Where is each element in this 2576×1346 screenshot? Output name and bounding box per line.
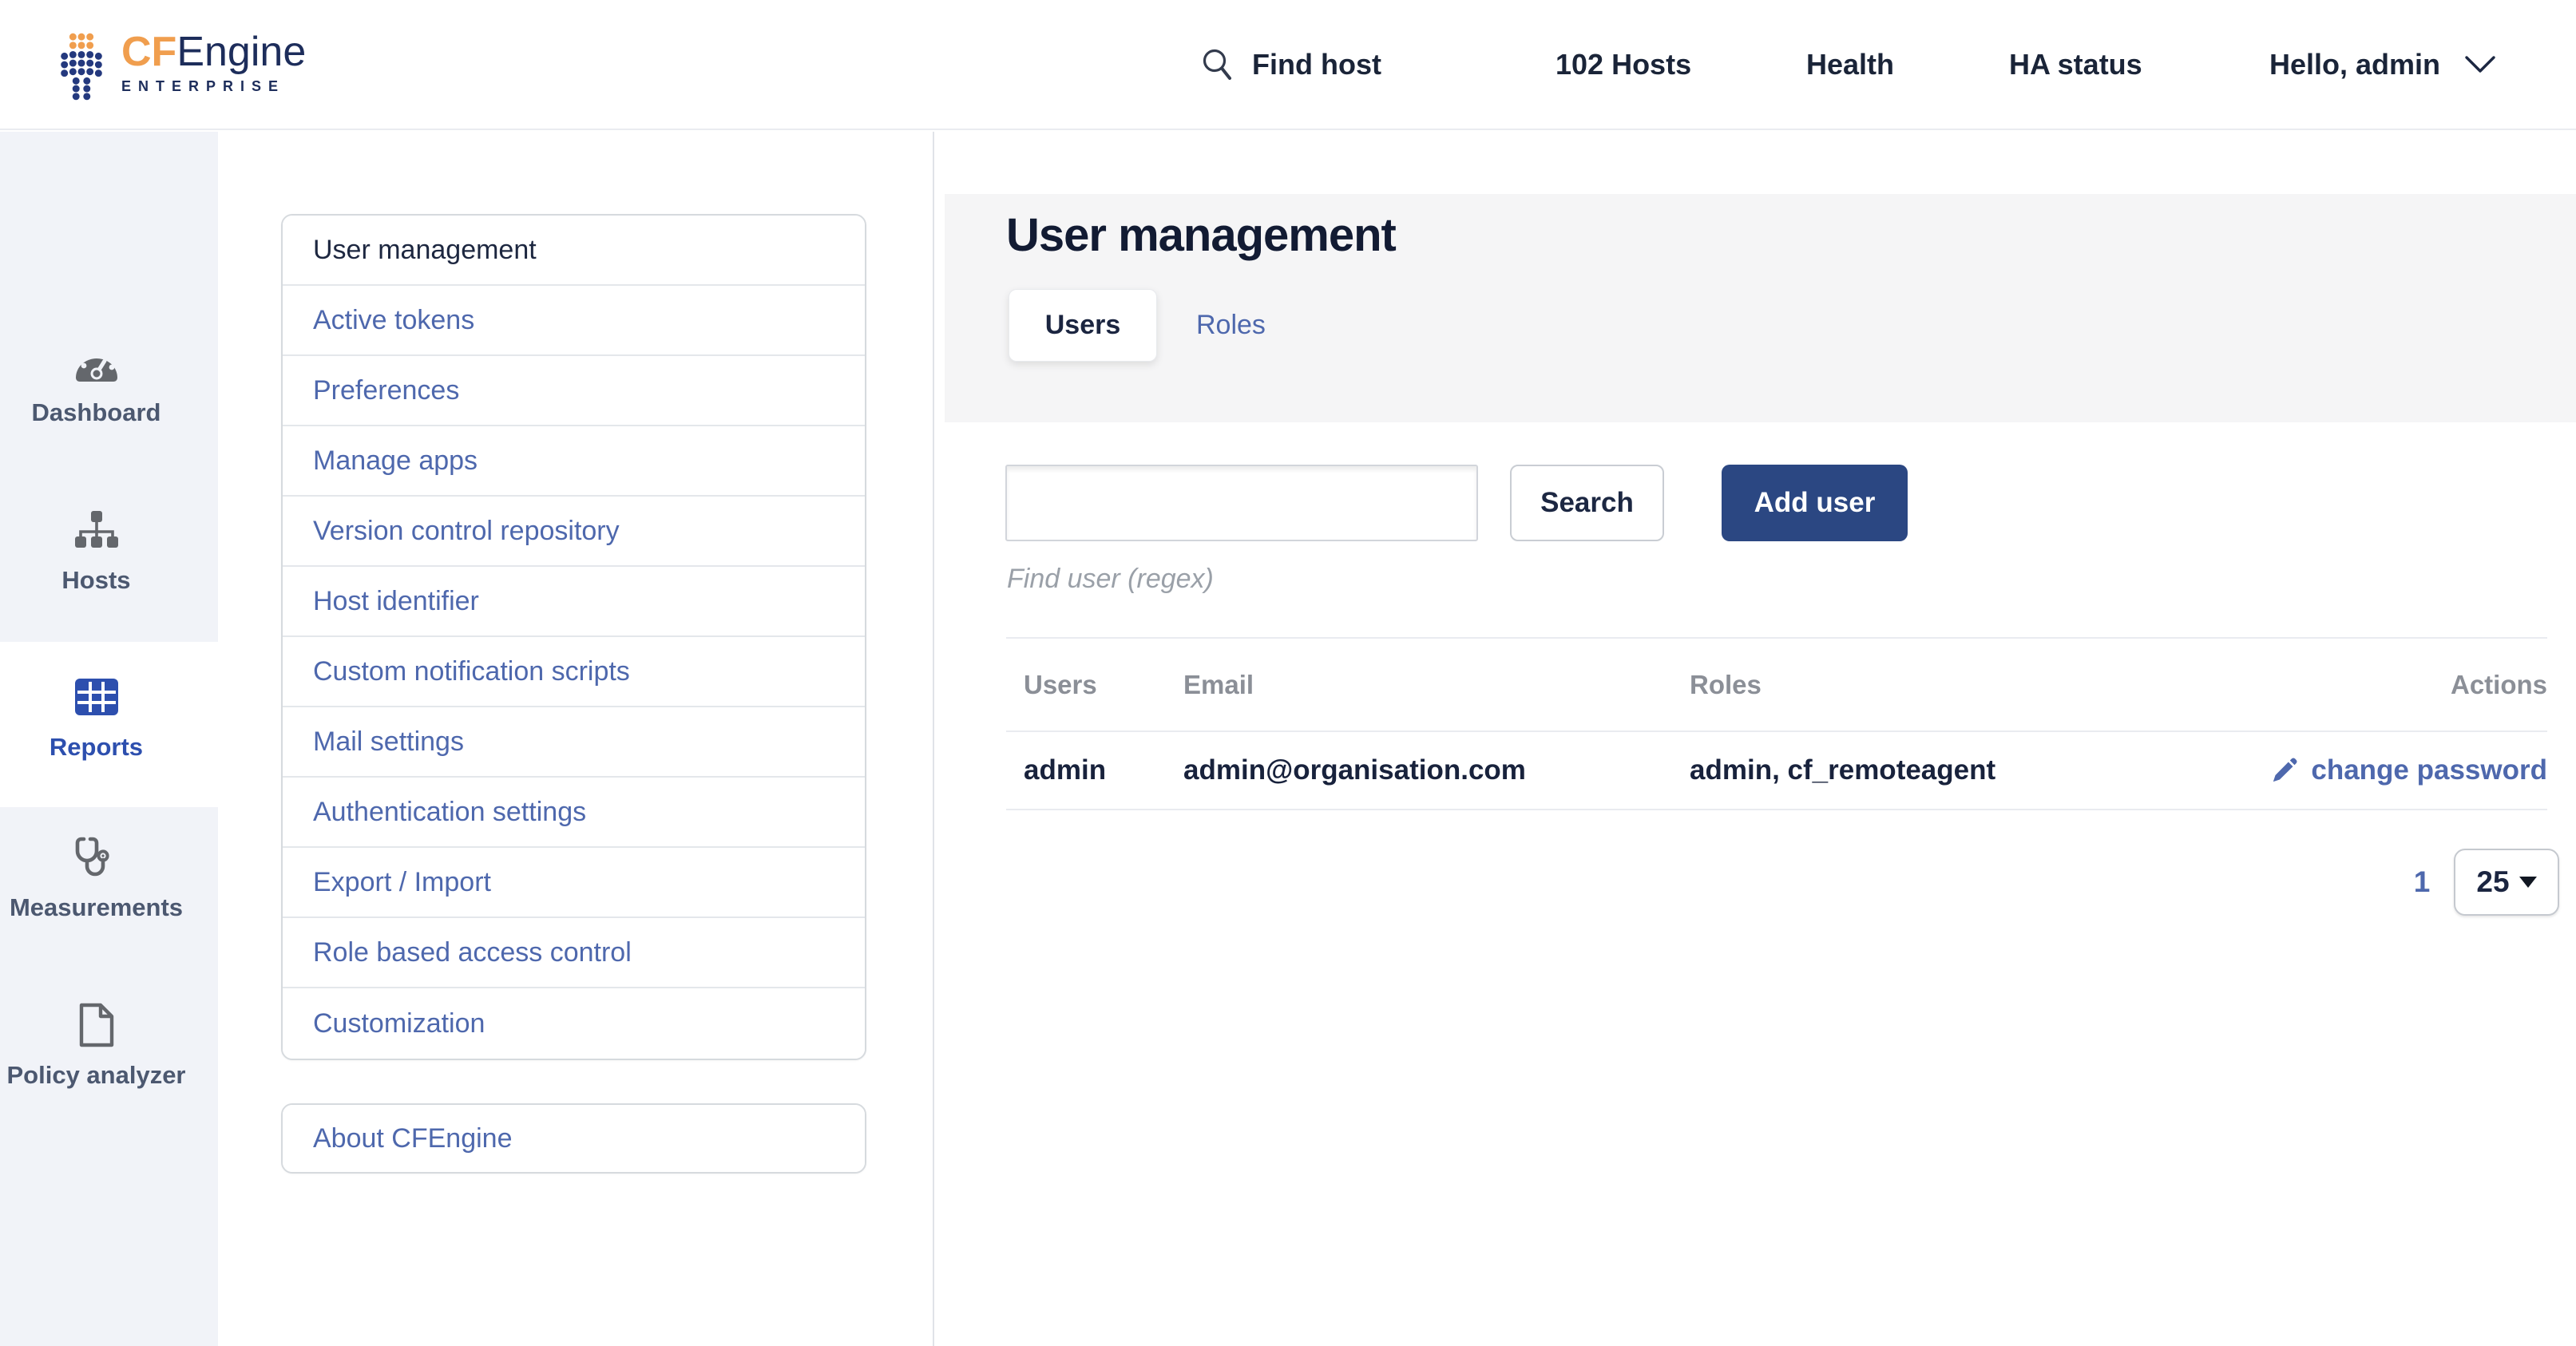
ha-status-label: HA status: [2009, 48, 2142, 81]
cfengine-app: CFEngine ENTERPRISE Find host 102 Hosts …: [0, 0, 2576, 1346]
menu-item-manage-apps[interactable]: Manage apps: [283, 426, 865, 497]
hosts-count-link[interactable]: 102 Hosts: [1556, 48, 1691, 81]
user-menu-button[interactable]: Hello, admin: [2269, 48, 2498, 81]
find-user-hint: Find user (regex): [1007, 564, 1214, 595]
sidebar-label-dashboard: Dashboard: [0, 398, 192, 427]
sidebar: Dashboard Hosts: [0, 132, 218, 1346]
pagination-page-1[interactable]: 1: [2402, 849, 2442, 916]
add-user-button[interactable]: Add user: [1722, 465, 1908, 541]
change-password-link[interactable]: change password: [2271, 754, 2547, 786]
logo-engine: Engine: [176, 29, 306, 75]
cfengine-logo[interactable]: CFEngine ENTERPRISE: [56, 30, 306, 101]
menu-item-customization[interactable]: Customization: [283, 988, 865, 1059]
users-table: Users Email Roles Actions admin admin@or…: [1006, 637, 2547, 810]
menu-item-export-import[interactable]: Export / Import: [283, 848, 865, 918]
cfengine-logo-text: CFEngine ENTERPRISE: [121, 30, 306, 95]
menu-item-preferences[interactable]: Preferences: [283, 356, 865, 426]
page-size-dropdown[interactable]: 25: [2454, 849, 2559, 916]
cfengine-robot-icon: [56, 30, 107, 101]
page-size-value: 25: [2476, 865, 2509, 899]
menu-item-user-management[interactable]: User management: [283, 216, 865, 286]
change-password-label: change password: [2311, 754, 2547, 786]
find-host-label: Find host: [1252, 48, 1381, 81]
find-user-input[interactable]: [1005, 465, 1478, 541]
about-card: About CFEngine: [281, 1103, 866, 1174]
menu-item-mail-settings[interactable]: Mail settings: [283, 707, 865, 778]
sidebar-item-policy-analyzer[interactable]: Policy analyzer: [0, 999, 218, 1090]
menu-item-active-tokens[interactable]: Active tokens: [283, 286, 865, 356]
top-header: CFEngine ENTERPRISE Find host 102 Hosts …: [0, 0, 2576, 130]
caret-down-icon: [2519, 877, 2537, 888]
sidebar-item-reports[interactable]: Reports: [0, 642, 218, 807]
column-header-roles: Roles: [1690, 670, 2451, 700]
health-label: Health: [1806, 48, 1894, 81]
content-divider: [933, 132, 934, 1346]
health-link[interactable]: Health: [1806, 48, 1894, 81]
sidebar-label-policy-analyzer: Policy analyzer: [0, 1061, 192, 1090]
menu-item-version-control-repository[interactable]: Version control repository: [283, 497, 865, 567]
sidebar-item-hosts[interactable]: Hosts: [0, 504, 218, 595]
ha-status-link[interactable]: HA status: [2009, 48, 2142, 81]
stethoscope-icon: [74, 835, 119, 880]
pencil-icon: [2271, 757, 2298, 784]
user-cell: admin: [1024, 754, 1183, 786]
email-cell: admin@organisation.com: [1183, 754, 1690, 786]
page-title: User management: [1006, 208, 1396, 262]
roles-cell: admin, cf_remoteagent: [1690, 754, 2271, 786]
hosts-count-label: 102 Hosts: [1556, 48, 1691, 81]
tab-roles[interactable]: Roles: [1196, 289, 1266, 362]
table-icon: [74, 678, 119, 716]
find-host-button[interactable]: Find host: [1199, 46, 1381, 83]
menu-item-authentication-settings[interactable]: Authentication settings: [283, 778, 865, 848]
file-icon: [77, 1003, 116, 1047]
column-header-actions: Actions: [2451, 670, 2547, 700]
menu-item-host-identifier[interactable]: Host identifier: [283, 567, 865, 637]
sidebar-label-measurements: Measurements: [0, 893, 192, 922]
logo-cf: CF: [121, 29, 176, 75]
menu-item-custom-notification-scripts[interactable]: Custom notification scripts: [283, 637, 865, 707]
gauge-icon: [72, 341, 121, 384]
logo-enterprise: ENTERPRISE: [121, 78, 306, 95]
sidebar-item-measurements[interactable]: Measurements: [0, 831, 218, 922]
search-icon: [1199, 46, 1236, 83]
sidebar-label-reports: Reports: [0, 733, 192, 762]
column-header-users: Users: [1024, 670, 1183, 700]
chevron-down-icon: [2463, 54, 2498, 75]
tab-users[interactable]: Users: [1009, 289, 1157, 362]
search-button[interactable]: Search: [1510, 465, 1664, 541]
page-header-band: User management Users Roles: [945, 194, 2576, 422]
greeting-label: Hello, admin: [2269, 48, 2440, 81]
table-header-row: Users Email Roles Actions: [1006, 639, 2547, 732]
table-row: admin admin@organisation.com admin, cf_r…: [1006, 732, 2547, 810]
settings-menu: User management Active tokens Preference…: [281, 214, 866, 1060]
sitemap-icon: [73, 509, 120, 551]
column-header-email: Email: [1183, 670, 1690, 700]
sidebar-label-hosts: Hosts: [0, 566, 192, 595]
menu-item-about-cfengine[interactable]: About CFEngine: [283, 1105, 865, 1172]
sidebar-item-dashboard[interactable]: Dashboard: [0, 336, 218, 427]
menu-item-role-based-access-control[interactable]: Role based access control: [283, 918, 865, 988]
